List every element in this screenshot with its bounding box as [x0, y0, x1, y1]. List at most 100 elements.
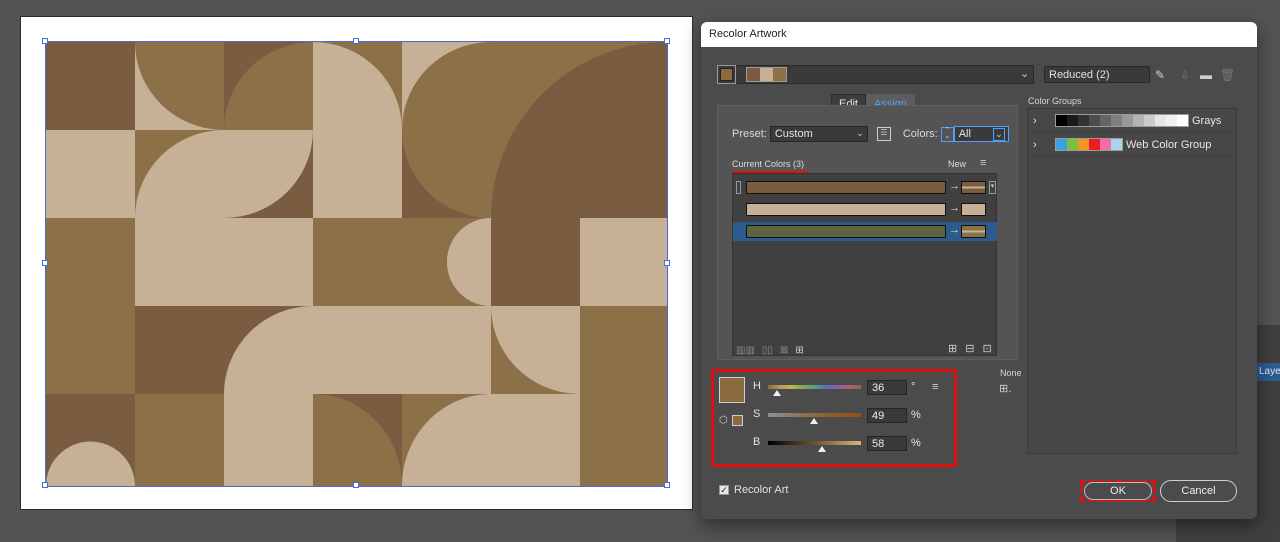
randomize-order-icon[interactable]: ⊞ [948, 342, 957, 355]
color-group-chip [1089, 139, 1100, 150]
color-row[interactable]: → ▾ [733, 178, 997, 197]
harmony-color-strip[interactable] [746, 67, 787, 82]
brightness-slider-track[interactable] [768, 441, 861, 445]
active-color-swatch[interactable] [717, 65, 736, 84]
chevron-right-icon[interactable]: › [1033, 139, 1045, 151]
brightness-label: B [753, 436, 761, 448]
color-group-chip [1111, 139, 1122, 150]
color-group-chip [1067, 139, 1078, 150]
cube-icon[interactable]: ⬡ [719, 415, 728, 426]
current-color-bar[interactable] [746, 203, 946, 216]
assign-panel: Preset: Custom ⌄ ☰ Colors: ⌃ ⌄ All ⌄ Curr… [717, 105, 1018, 360]
color-group-chip [1100, 115, 1111, 126]
hue-slider-track[interactable] [768, 385, 861, 389]
saturation-slider-track[interactable] [768, 413, 861, 417]
color-row[interactable]: → [733, 222, 997, 241]
preset-select[interactable]: Custom ⌄ [769, 126, 868, 142]
small-color-swatch[interactable] [731, 415, 743, 426]
saturation-input[interactable]: 49 [867, 408, 907, 423]
ok-button[interactable]: OK [1084, 482, 1152, 500]
color-group-chip [1111, 115, 1122, 126]
arrow-right-icon[interactable]: → [949, 224, 960, 236]
color-group-name: Grays [1192, 114, 1222, 127]
recolor-art-label: Recolor Art [734, 484, 789, 496]
layer-item[interactable]: Layer [1256, 363, 1280, 381]
recolor-artwork-dialog: Recolor Artwork ⌄ Reduced (2) ✎ ⇩ ▬ 🗑 Ed… [701, 22, 1257, 519]
chevron-down-icon: ⌄ [856, 128, 864, 138]
selection-handle[interactable] [42, 38, 48, 44]
cancel-button[interactable]: Cancel [1160, 480, 1237, 502]
none-label: None [1000, 368, 1022, 378]
recolor-art-checkbox[interactable]: ✓ [719, 485, 729, 495]
color-group-chip [1133, 115, 1144, 126]
menu-icon[interactable]: ≡ [980, 157, 986, 169]
color-group-chip [1177, 115, 1188, 126]
artwork-svg [46, 42, 667, 486]
new-color-swatch[interactable] [961, 181, 986, 194]
geometric-artwork[interactable] [46, 42, 667, 486]
color-group-chip [1166, 115, 1177, 126]
brightness-input[interactable]: 58 [867, 436, 907, 451]
selection-handle[interactable] [664, 260, 670, 266]
color-group-chip [1155, 115, 1166, 126]
selected-color-swatch[interactable] [719, 377, 745, 403]
arrow-right-icon[interactable]: → [949, 202, 960, 214]
selection-handle[interactable] [42, 260, 48, 266]
row-grip-icon[interactable] [736, 181, 741, 194]
new-colors-label[interactable]: New [948, 159, 966, 169]
colors-stepper[interactable]: ⌃ ⌄ [940, 126, 954, 142]
new-color-swatch[interactable] [961, 203, 986, 216]
selection-handle[interactable] [664, 482, 670, 488]
selection-handle[interactable] [42, 482, 48, 488]
row-tools-left: ▥▥ ▯▯ ⊠ ⊞ [736, 345, 804, 356]
recolor-art-toggle[interactable]: ✓ Recolor Art [719, 484, 788, 496]
color-group-row[interactable]: › Grays [1028, 109, 1236, 133]
selection-handle[interactable] [353, 38, 359, 44]
row-tools-right: ⊞ ⊟ ⊡ [948, 342, 992, 355]
color-group-chip [1056, 139, 1067, 150]
chevron-right-icon[interactable]: › [1033, 115, 1045, 127]
color-groups-title: Color Groups [1028, 96, 1082, 106]
preset-options-icon[interactable]: ☰ [876, 127, 891, 141]
color-group-row[interactable]: › Web Color Group [1028, 133, 1236, 157]
color-group-chip [1100, 139, 1111, 150]
chevron-down-icon: ⌄ [993, 128, 1005, 141]
saturation-slider-thumb[interactable] [809, 418, 818, 424]
trash-icon[interactable]: 🗑 [1220, 68, 1235, 82]
chevron-down-icon[interactable]: ⌄ [1020, 67, 1029, 80]
color-group-strip[interactable] [1055, 114, 1189, 127]
colors-select[interactable]: All ⌄ [953, 126, 1009, 142]
color-group-chip [1078, 115, 1089, 126]
color-group-strip[interactable] [1055, 138, 1123, 151]
new-row-icon[interactable]: ⊞ [795, 345, 803, 356]
limit-color-group-icon[interactable]: ⊞. [999, 382, 1011, 395]
hue-slider-thumb[interactable] [773, 390, 782, 396]
preset-label: Preset: [732, 128, 767, 140]
dialog-title: Recolor Artwork [701, 22, 1257, 47]
current-colors-label[interactable]: Current Colors (3) [732, 159, 804, 169]
find-color-icon[interactable]: ⊡ [982, 342, 991, 355]
arrow-right-icon[interactable]: → [949, 180, 960, 192]
hue-label: H [753, 380, 761, 392]
hue-input[interactable]: 36 [867, 380, 907, 395]
new-color-swatch[interactable] [961, 225, 986, 238]
selection-handle[interactable] [664, 38, 670, 44]
exclude-colors-icon[interactable]: ⊠ [780, 345, 788, 356]
save-group-icon[interactable]: ⇩ [1180, 68, 1190, 82]
color-row[interactable]: → [733, 200, 997, 219]
merge-colors-icon[interactable]: ▥▥ [736, 345, 755, 356]
eyedropper-icon[interactable]: ✎ [1155, 68, 1165, 82]
menu-icon[interactable]: ≡ [932, 381, 938, 393]
current-color-bar[interactable] [746, 225, 946, 238]
folder-icon[interactable]: ▬ [1200, 68, 1212, 82]
current-color-bar[interactable] [746, 181, 946, 194]
randomize-saturation-icon[interactable]: ⊟ [965, 342, 974, 355]
selection-handle[interactable] [353, 482, 359, 488]
color-group-name-field[interactable]: Reduced (2) [1044, 66, 1150, 83]
row-dropdown-icon[interactable]: ▾ [989, 181, 996, 194]
separate-colors-icon[interactable]: ▯▯ [762, 345, 773, 356]
swatch-tools: ⬡ [719, 415, 743, 426]
brightness-slider-thumb[interactable] [817, 446, 826, 452]
color-groups-list: › Grays › Web Color Group [1027, 108, 1237, 454]
color-group-chip [1089, 115, 1100, 126]
